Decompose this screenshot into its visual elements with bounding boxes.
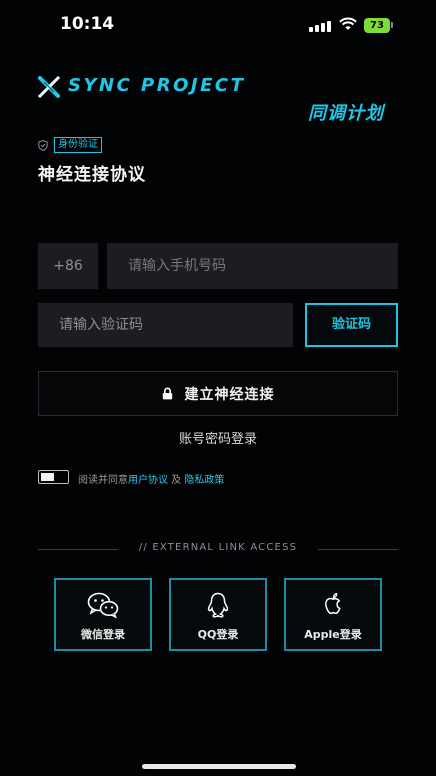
agreement-prefix: 阅读并同意 xyxy=(78,475,128,486)
divider-right xyxy=(318,549,398,550)
connect-button[interactable]: 建立神经连接 xyxy=(38,371,398,416)
connect-button-label: 建立神经连接 xyxy=(184,386,275,403)
wechat-icon xyxy=(87,592,119,618)
apple-login-label: Apple登录 xyxy=(304,628,362,641)
toggle-knob xyxy=(41,473,54,481)
get-code-button[interactable]: 验证码 xyxy=(305,303,398,347)
divider-left xyxy=(38,549,118,550)
shield-icon xyxy=(38,139,48,151)
wechat-login-button[interactable]: 微信登录 xyxy=(54,578,152,651)
sync-x-logo-icon xyxy=(38,76,60,98)
auth-badge: 身份验证 xyxy=(54,137,102,153)
page-title: 神经连接协议 xyxy=(38,165,146,185)
external-access-label: // EXTERNAL LINK ACCESS xyxy=(138,542,298,553)
cellular-signal-icon xyxy=(309,20,331,32)
battery-indicator: 73 xyxy=(364,18,390,33)
brand-name-cn: 同调计划 xyxy=(308,103,384,124)
agreement-and: 及 xyxy=(168,475,185,486)
wechat-login-label: 微信登录 xyxy=(81,628,125,641)
home-indicator xyxy=(142,764,296,769)
country-code-selector[interactable]: +86 xyxy=(38,243,98,289)
privacy-policy-link[interactable]: 隐私政策 xyxy=(184,475,224,486)
qq-icon xyxy=(207,592,229,618)
qq-login-label: QQ登录 xyxy=(197,628,239,641)
qq-login-button[interactable]: QQ登录 xyxy=(169,578,267,651)
lock-icon xyxy=(162,387,172,400)
agreement-toggle[interactable] xyxy=(38,470,69,484)
battery-tip xyxy=(391,22,393,28)
apple-icon xyxy=(325,592,341,615)
phone-input[interactable]: 请输入手机号码 xyxy=(107,243,398,289)
agreement-text: 阅读并同意用户协议 及 隐私政策 xyxy=(78,471,224,486)
auth-badge-row: 身份验证 xyxy=(38,137,102,153)
user-agreement-link[interactable]: 用户协议 xyxy=(128,475,168,486)
wifi-icon xyxy=(339,17,357,30)
password-login-link[interactable]: 账号密码登录 xyxy=(0,428,436,447)
status-time: 10:14 xyxy=(60,14,115,34)
apple-login-button[interactable]: Apple登录 xyxy=(284,578,382,651)
verification-code-input[interactable]: 请输入验证码 xyxy=(38,303,293,347)
brand-name: SYNC PROJECT xyxy=(68,75,246,96)
